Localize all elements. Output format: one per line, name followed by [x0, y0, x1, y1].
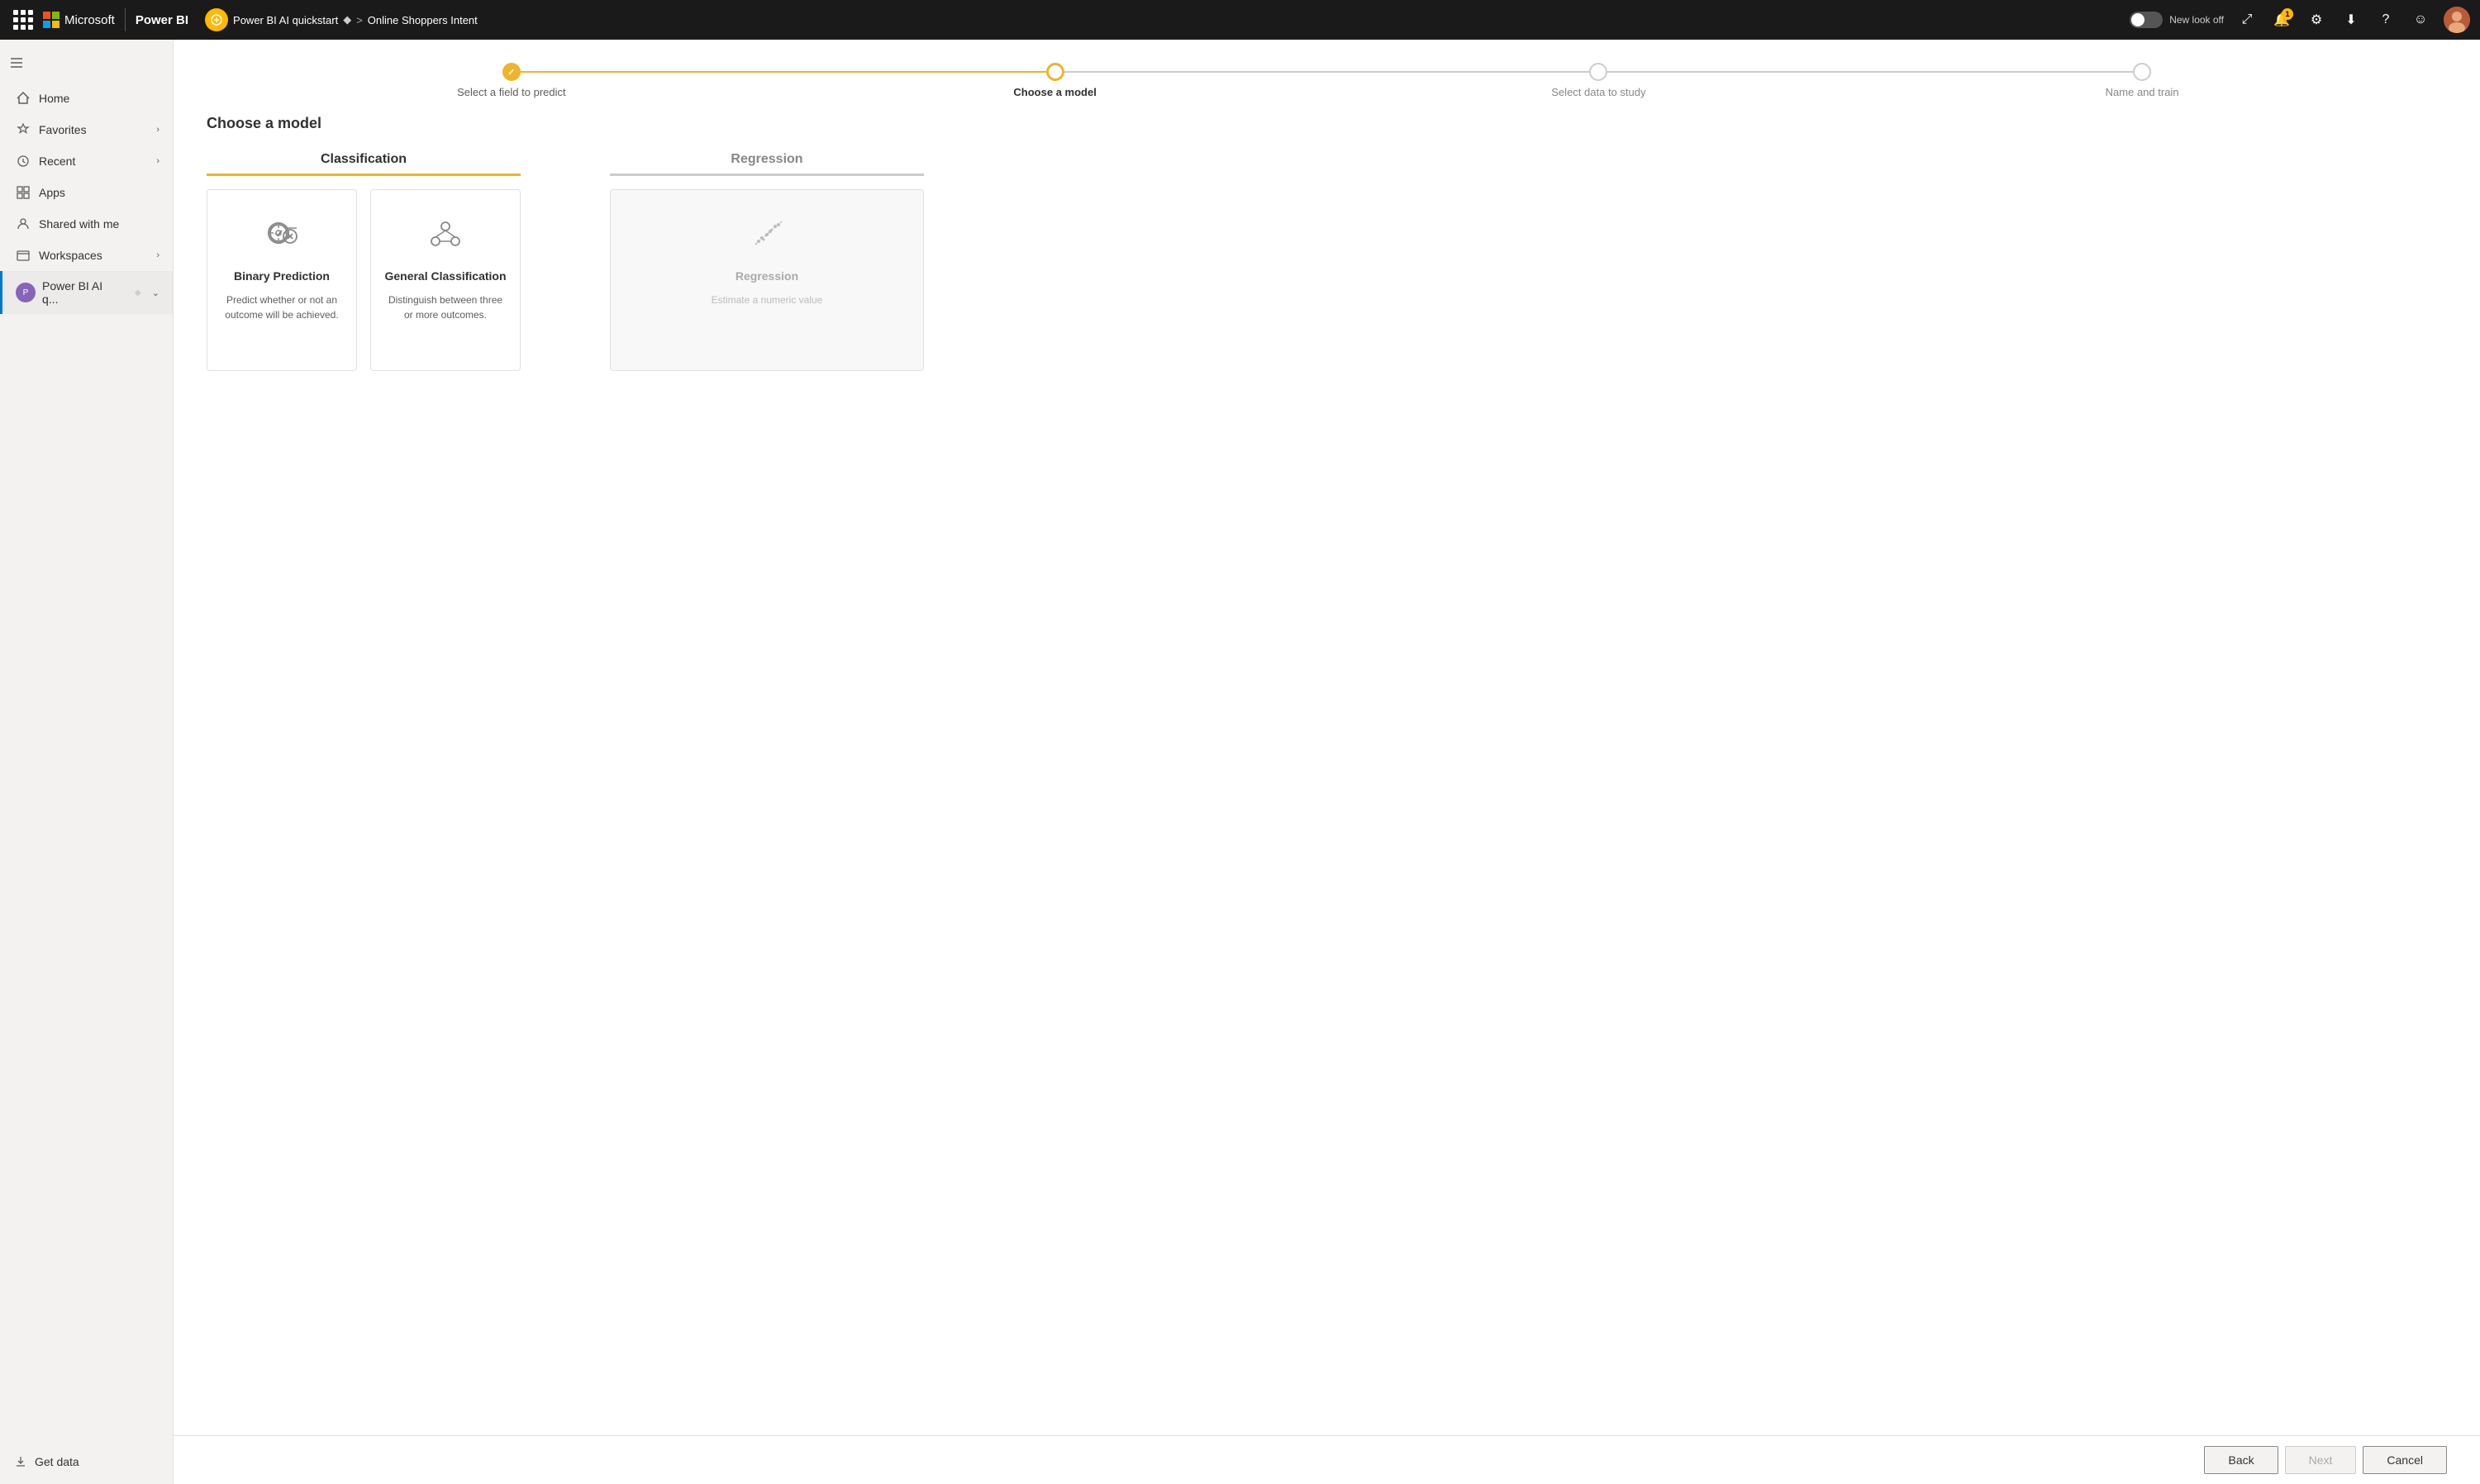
workspace-avatar: P — [16, 283, 36, 302]
sidebar-label-workspaces: Workspaces — [39, 249, 148, 262]
wizard-steps-area: ✓ Select a field to predict Choose a mod… — [174, 40, 2480, 98]
cancel-button[interactable]: Cancel — [2363, 1446, 2447, 1474]
step-label-1: Select a field to predict — [457, 86, 566, 98]
chevron-down-icon: ⌄ — [152, 288, 159, 298]
app-name: Power BI — [136, 13, 188, 27]
step-circle-4 — [2133, 63, 2151, 81]
general-desc: Distinguish between three or more outcom… — [384, 293, 507, 322]
back-button[interactable]: Back — [2204, 1446, 2278, 1474]
breadcrumb-diamond: ◆ — [343, 13, 351, 26]
sidebar-toggle[interactable] — [0, 46, 33, 79]
breadcrumb: Power BI AI quickstart ◆ > Online Shoppe… — [205, 8, 478, 31]
workspace-label: Power BI AI q... — [42, 279, 121, 306]
general-name: General Classification — [384, 269, 506, 283]
binary-name: Binary Prediction — [234, 269, 330, 283]
step-circle-3 — [1589, 63, 1607, 81]
microsoft-logo: Microsoft — [43, 12, 115, 28]
chevron-right-icon: › — [156, 125, 159, 135]
general-classification-card[interactable]: General Classification Distinguish betwe… — [370, 189, 521, 371]
settings-icon[interactable]: ⚙ — [2305, 8, 2328, 31]
bottom-bar: Back Next Cancel — [174, 1435, 2480, 1484]
sidebar-label-apps: Apps — [39, 186, 159, 199]
binary-prediction-card[interactable]: Binary Prediction Predict whether or not… — [207, 189, 357, 371]
wizard-steps-row: ✓ Select a field to predict Choose a mod… — [240, 63, 2414, 98]
topbar: Microsoft Power BI Power BI AI quickstar… — [0, 0, 2480, 40]
help-icon[interactable]: ? — [2374, 8, 2397, 31]
model-selection-area: Classification — [207, 152, 2447, 371]
notification-bell[interactable]: 🔔 1 — [2270, 8, 2293, 31]
grid-icon — [16, 185, 31, 200]
diamond-icon: ◆ — [131, 285, 145, 300]
classification-cards: Binary Prediction Predict whether or not… — [207, 189, 521, 371]
step-circle-2 — [1046, 63, 1064, 81]
emoji-icon[interactable]: ☺ — [2409, 8, 2432, 31]
regression-category: Regression — [610, 152, 924, 371]
wizard-step-4[interactable]: Name and train — [1870, 63, 2414, 98]
avatar[interactable] — [2444, 7, 2470, 33]
waffle-menu[interactable] — [10, 7, 36, 33]
content-area: ✓ Select a field to predict Choose a mod… — [174, 40, 2480, 1484]
next-button[interactable]: Next — [2285, 1446, 2357, 1474]
new-look-toggle[interactable]: New look off — [2130, 12, 2224, 28]
sidebar-item-recent[interactable]: Recent › — [0, 145, 173, 177]
step-label-2: Choose a model — [1013, 86, 1096, 98]
sidebar-label-home: Home — [39, 92, 159, 105]
binary-icon — [259, 210, 305, 256]
chevron-right-icon-2: › — [156, 156, 159, 166]
waffle-icon — [13, 10, 33, 30]
home-icon — [16, 91, 31, 106]
step-label-4: Name and train — [2106, 86, 2179, 98]
regression-name: Regression — [735, 269, 798, 283]
classification-icon — [422, 210, 469, 256]
sidebar-item-apps[interactable]: Apps — [0, 177, 173, 208]
workspace-current[interactable]: P Power BI AI q... ◆ ⌄ — [0, 271, 173, 314]
divider — [125, 8, 126, 31]
star-icon — [16, 122, 31, 137]
regression-card[interactable]: Regression Estimate a numeric value — [610, 189, 924, 371]
sidebar-label-shared: Shared with me — [39, 217, 159, 231]
page-title: Choose a model — [207, 115, 2447, 132]
sidebar-item-workspaces[interactable]: Workspaces › — [0, 240, 173, 271]
sidebar-item-shared[interactable]: Shared with me — [0, 208, 173, 240]
workspace-icon — [205, 8, 228, 31]
get-data-icon — [13, 1454, 28, 1469]
regression-header: Regression — [610, 152, 924, 176]
breadcrumb-workspace[interactable]: Power BI AI quickstart — [233, 14, 338, 26]
sidebar-item-favorites[interactable]: Favorites › — [0, 114, 173, 145]
person-icon — [16, 216, 31, 231]
breadcrumb-page: Online Shoppers Intent — [368, 14, 478, 26]
classification-header: Classification — [207, 152, 521, 176]
regression-cards: Regression Estimate a numeric value — [610, 189, 924, 371]
binary-desc: Predict whether or not an outcome will b… — [221, 293, 343, 322]
get-data-label: Get data — [35, 1455, 79, 1468]
classification-category: Classification — [207, 152, 521, 371]
wizard-step-1[interactable]: ✓ Select a field to predict — [240, 63, 783, 98]
wizard-step-3[interactable]: Select data to study — [1327, 63, 1871, 98]
breadcrumb-arrow: > — [356, 14, 363, 26]
clock-icon — [16, 154, 31, 169]
chevron-right-icon-3: › — [156, 250, 159, 260]
page-content: Choose a model Classification — [174, 98, 2480, 1435]
workspace-nav-icon — [16, 248, 31, 263]
sidebar-label-favorites: Favorites — [39, 123, 148, 136]
notification-badge: 1 — [2282, 8, 2293, 20]
sidebar-bottom: Get data — [0, 1446, 173, 1484]
expand-icon[interactable]: ⤢ — [2235, 8, 2259, 31]
regression-icon — [744, 210, 790, 256]
wizard-step-2[interactable]: Choose a model — [783, 63, 1327, 98]
get-data-item[interactable]: Get data — [0, 1446, 173, 1477]
step-label-3: Select data to study — [1551, 86, 1645, 98]
main-layout: Home Favorites › Recent › — [0, 40, 2480, 1484]
sidebar-item-home[interactable]: Home — [0, 83, 173, 114]
regression-desc: Estimate a numeric value — [712, 293, 823, 307]
download-icon[interactable]: ⬇ — [2340, 8, 2363, 31]
sidebar: Home Favorites › Recent › — [0, 40, 174, 1484]
sidebar-label-recent: Recent — [39, 155, 148, 168]
step-circle-1: ✓ — [502, 63, 521, 81]
topbar-right: New look off ⤢ 🔔 1 ⚙ ⬇ ? ☺ — [2130, 7, 2470, 33]
